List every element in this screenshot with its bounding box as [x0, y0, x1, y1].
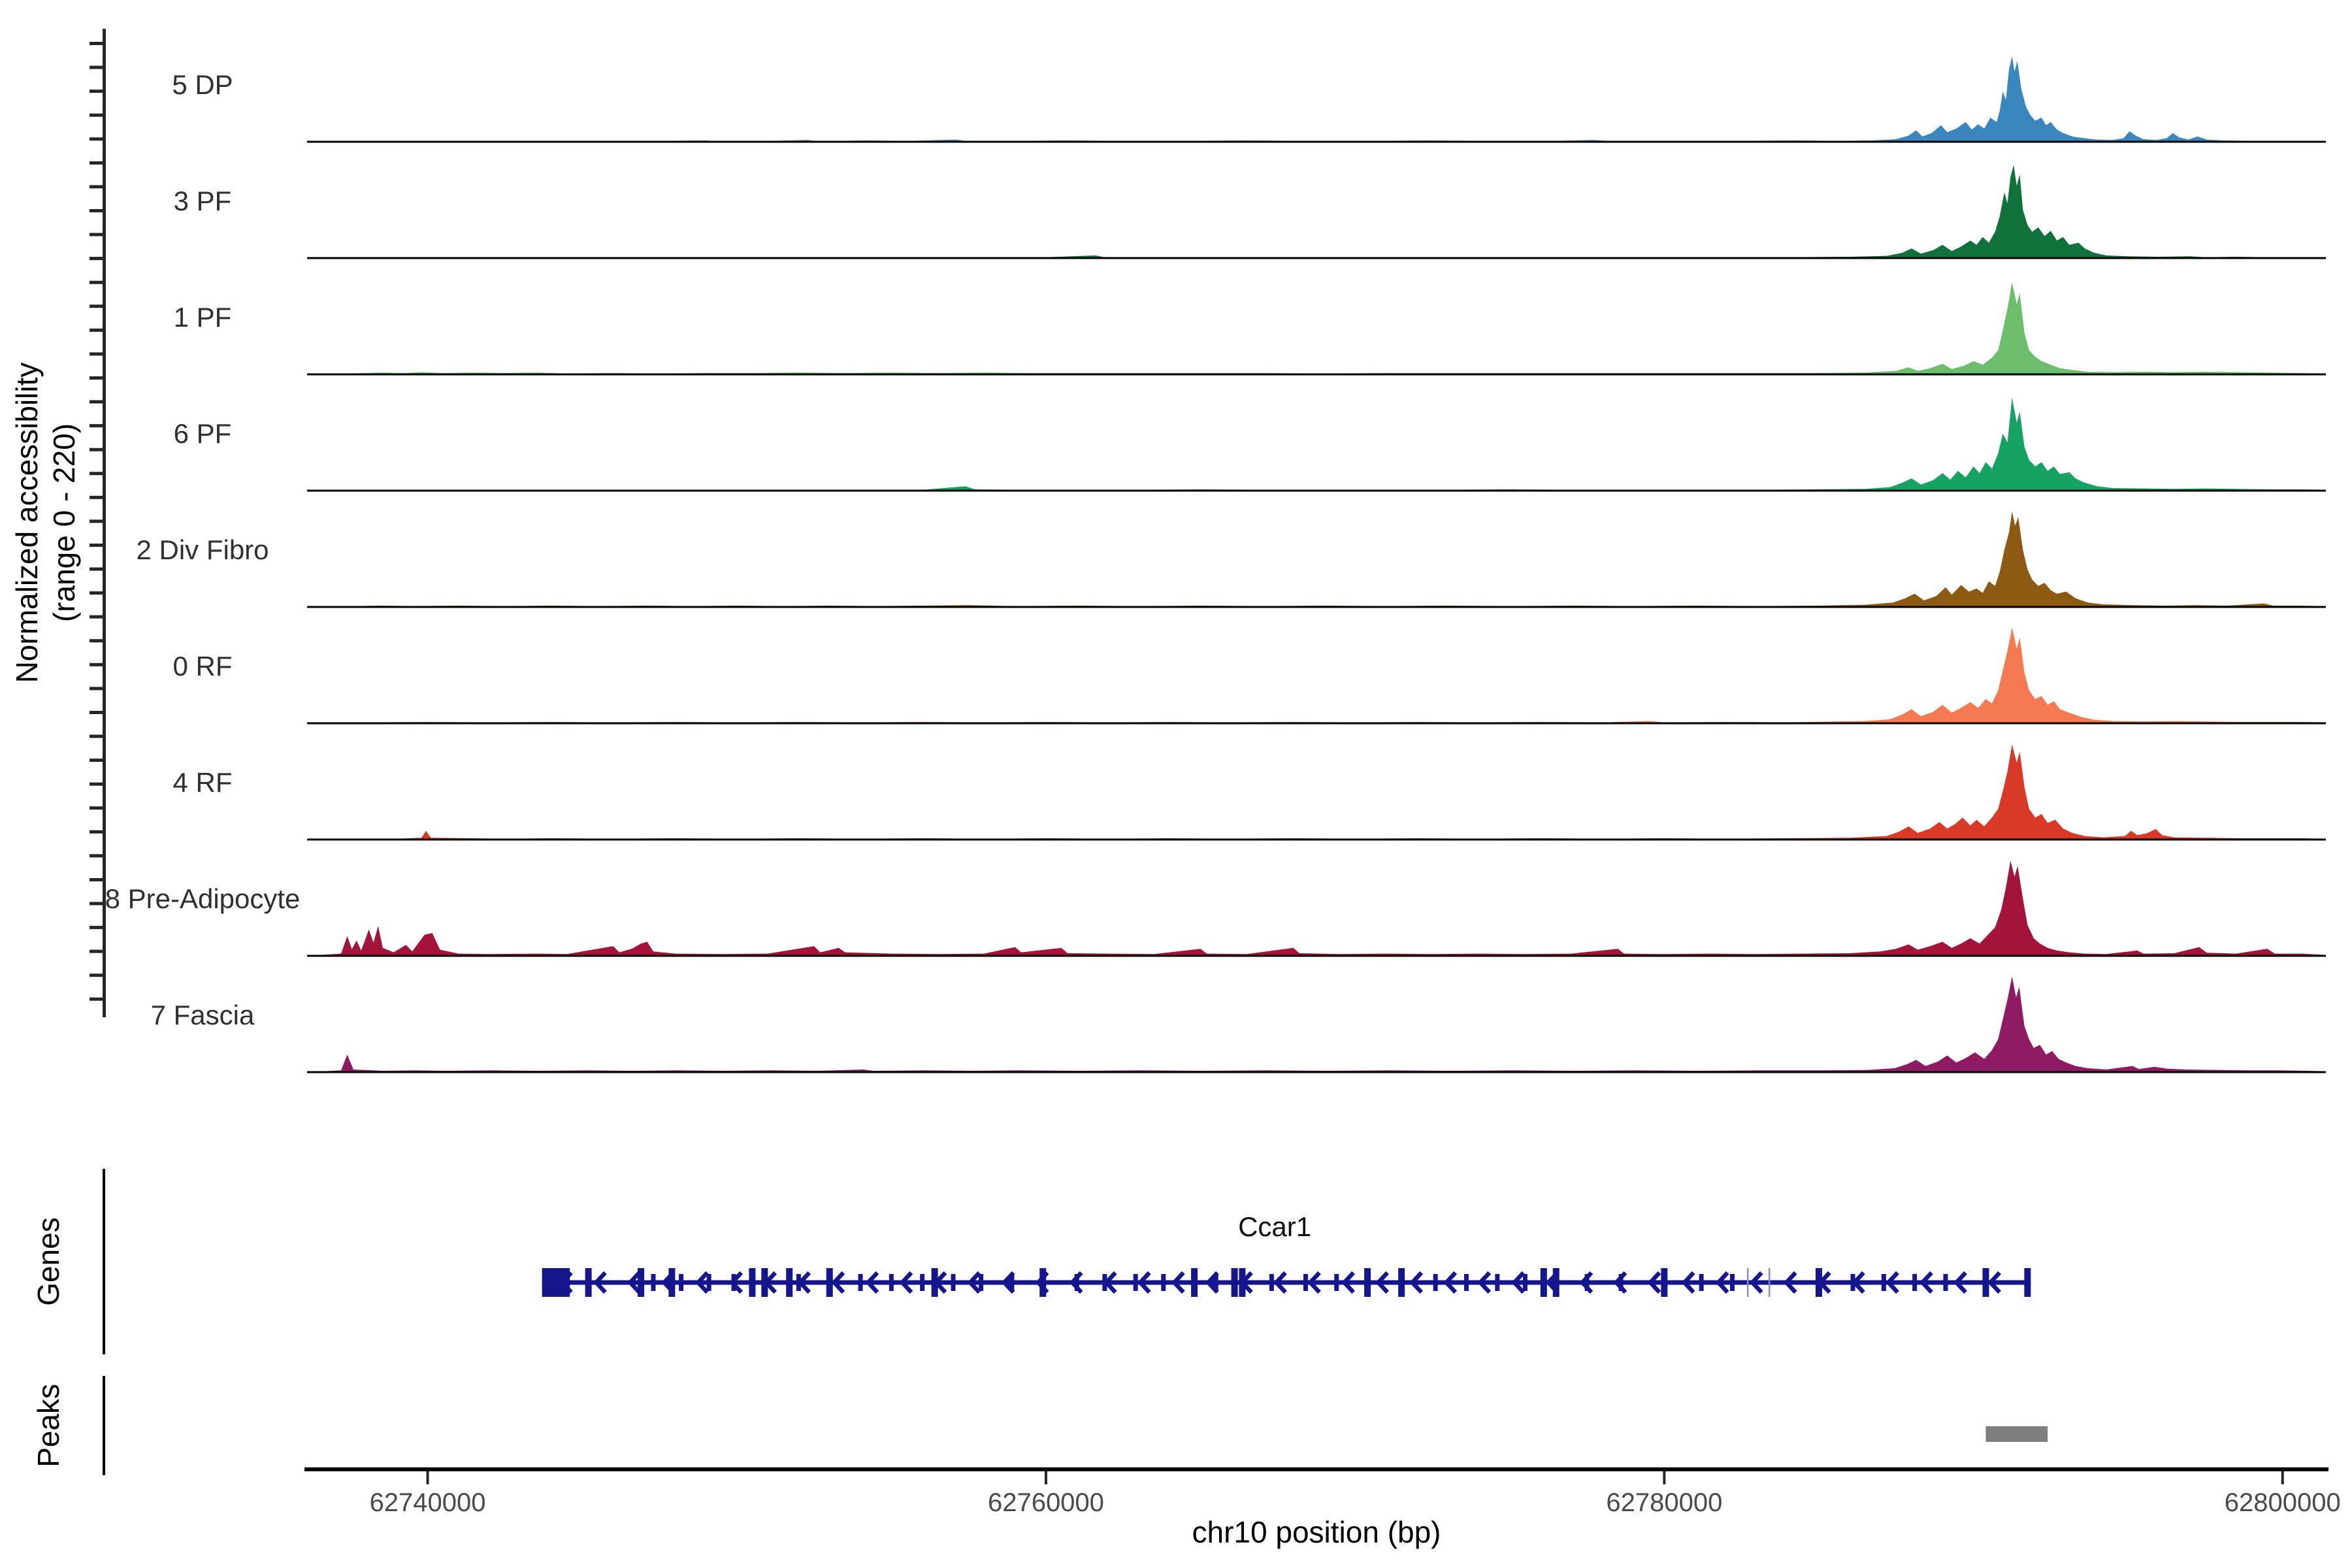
plot-canvas: [0, 0, 2352, 1568]
track-label-1-pf: 1 PF: [65, 301, 340, 334]
gene-exon-short: [679, 1274, 683, 1291]
gene-exon-tall: [1364, 1268, 1371, 1297]
gene-exon-short: [1699, 1274, 1704, 1291]
track-label-5-dp: 5 DP: [65, 69, 340, 101]
track-label-0-rf: 0 RF: [65, 650, 340, 683]
signal-area-4-rf: [307, 744, 2326, 840]
gene-utr-box: [542, 1268, 570, 1297]
track-label-7-fascia: 7 Fascia: [65, 999, 340, 1032]
y-axis-title-line1: Normalized accessibility: [8, 363, 46, 683]
gene-exon-short: [707, 1274, 711, 1291]
genes-section-label: Genes: [31, 1217, 66, 1306]
track-label-4-rf: 4 RF: [65, 766, 340, 799]
gene-exon-tall: [2024, 1268, 2031, 1297]
gene-exon-tall: [786, 1268, 792, 1297]
gene-exon-short: [1730, 1274, 1735, 1291]
peak-region-bar: [1985, 1426, 2048, 1442]
gene-exon-short: [1943, 1274, 1948, 1291]
gene-exon-short: [1912, 1274, 1917, 1291]
gene-exon-tall: [585, 1268, 592, 1297]
signal-area-8-pre-adipocyte: [307, 860, 2326, 956]
gene-exon-short: [1433, 1274, 1438, 1291]
signal-area-1-pf: [307, 282, 2326, 374]
gene-exon-short: [1523, 1274, 1527, 1291]
signal-area-2-div-fibro: [307, 512, 2326, 608]
gene-exon-short: [1495, 1274, 1499, 1291]
track-label-6-pf: 6 PF: [65, 417, 340, 450]
gene-exon-short: [1303, 1274, 1308, 1291]
gene-exon-short: [1882, 1274, 1886, 1291]
y-axis-title-line2: (range 0 - 220): [46, 363, 83, 683]
gene-exon-tall: [749, 1268, 755, 1297]
track-label-8-pre-adipocyte: 8 Pre-Adipocyte: [65, 883, 340, 915]
gene-exon-short: [889, 1274, 894, 1291]
signal-area-7-fascia: [307, 977, 2326, 1073]
signal-area-5-dp: [307, 56, 2326, 142]
x-axis-tick-label: 62800000: [2225, 1488, 2341, 1518]
gene-exon-short: [1134, 1274, 1138, 1291]
gene-exon-short: [951, 1274, 955, 1291]
gene-exon-short: [1269, 1274, 1274, 1291]
gene-exon-tall: [1398, 1268, 1405, 1297]
coverage-plot-figure: Normalized accessibility (range 0 - 220)…: [0, 0, 2352, 1568]
signal-area-0-rf: [307, 628, 2326, 724]
gene-exon-tall: [1232, 1268, 1238, 1297]
gene-exon-thin: [1747, 1268, 1749, 1297]
gene-exon-short: [651, 1274, 655, 1291]
gene-exon-short: [920, 1274, 924, 1291]
track-label-3-pf: 3 PF: [65, 185, 340, 218]
gene-exon-short: [1334, 1274, 1339, 1291]
gene-exon-short: [858, 1274, 863, 1291]
gene-exon-tall: [1191, 1268, 1198, 1297]
x-axis-tick-label: 62760000: [988, 1488, 1104, 1518]
x-axis-title: chr10 position (bp): [1192, 1514, 1441, 1550]
x-axis-tick-label: 62780000: [1606, 1488, 1722, 1518]
signal-area-3-pf: [307, 165, 2326, 259]
peaks-section-label: Peaks: [31, 1384, 66, 1467]
track-label-2-div-fibro: 2 Div Fibro: [65, 534, 340, 566]
signal-area-6-pf: [307, 398, 2326, 491]
y-axis-title: Normalized accessibility (range 0 - 220): [8, 363, 83, 683]
gene-exon-short: [1464, 1274, 1469, 1291]
gene-exon-short: [1161, 1274, 1166, 1291]
gene-exon-tall: [1661, 1268, 1667, 1297]
gene-exon-short: [979, 1274, 983, 1291]
gene-exon-thin: [1769, 1268, 1771, 1297]
x-axis-tick-label: 62740000: [370, 1488, 486, 1518]
gene-name-label: Ccar1: [1238, 1211, 1311, 1243]
